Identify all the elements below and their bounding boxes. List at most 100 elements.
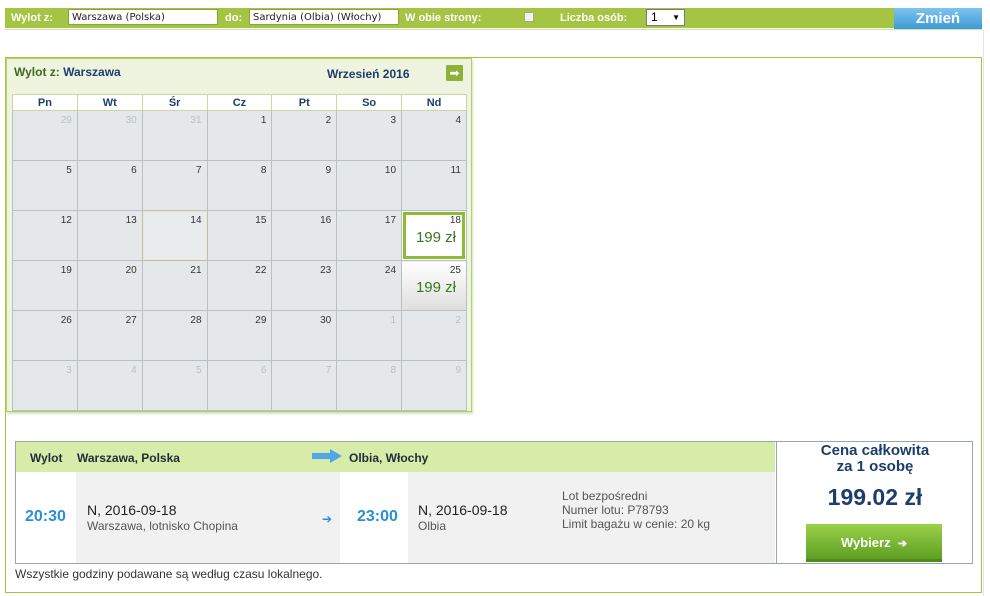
calendar-day[interactable]: 18 199 zł bbox=[401, 210, 467, 261]
day-number: 22 bbox=[255, 265, 267, 276]
calendar-day[interactable]: 5 bbox=[12, 160, 78, 211]
calendar-day[interactable]: 8 bbox=[206, 160, 273, 211]
day-number: 10 bbox=[384, 165, 397, 176]
persons-select[interactable]: 1 ▼ bbox=[646, 9, 685, 26]
calendar-day[interactable]: 20 bbox=[76, 260, 143, 311]
calendar-day[interactable]: 27 bbox=[76, 310, 143, 361]
weekday-header: Pt bbox=[271, 94, 338, 111]
day-price: 199 zł bbox=[415, 279, 456, 296]
calendar-day[interactable]: 2 bbox=[271, 110, 338, 161]
day-number: 26 bbox=[60, 315, 72, 326]
calendar-day[interactable]: 16 bbox=[271, 210, 338, 261]
weekday-header: Cz bbox=[206, 94, 273, 111]
calendar-day[interactable]: 14 bbox=[141, 210, 208, 261]
calendar-day[interactable]: 7 bbox=[141, 160, 208, 211]
arrow-right-icon: ➔ bbox=[897, 538, 908, 550]
calendar-day: 8 bbox=[336, 360, 403, 411]
calendar-day[interactable]: 24 bbox=[336, 260, 403, 311]
calendar-from-city: Warszawa bbox=[63, 65, 121, 79]
arrow-right-icon: ➔ bbox=[322, 512, 333, 526]
departure-time: 20:30 bbox=[25, 508, 66, 525]
day-number: 28 bbox=[190, 315, 202, 326]
day-number: 18 bbox=[449, 215, 461, 226]
from-label: Wylot z: bbox=[11, 12, 53, 24]
calendar-from: Wylot z: Warszawa bbox=[14, 65, 121, 79]
calendar-day[interactable]: 12 bbox=[12, 210, 78, 261]
day-number: 13 bbox=[125, 215, 137, 226]
calendar-day[interactable]: 23 bbox=[271, 260, 338, 311]
day-number: 8 bbox=[260, 165, 267, 176]
calendar-week: 5 6 7 8 9 10 11 bbox=[12, 160, 467, 211]
day-number: 2 bbox=[455, 315, 461, 326]
calendar-day: 3 bbox=[12, 360, 78, 411]
day-number: 7 bbox=[195, 165, 202, 176]
departure-airport: Warszawa, lotnisko Chopina bbox=[87, 519, 238, 533]
calendar-day[interactable]: 30 bbox=[271, 310, 338, 361]
day-number: 8 bbox=[390, 365, 397, 376]
day-number: 30 bbox=[320, 315, 332, 326]
calendar-day[interactable]: 17 bbox=[336, 210, 403, 261]
day-number: 12 bbox=[60, 215, 72, 226]
arrival-date: N, 2016-09-18 bbox=[418, 502, 508, 518]
calendar-day[interactable]: 10 bbox=[336, 160, 403, 211]
calendar-day[interactable]: 9 bbox=[271, 160, 338, 211]
chevron-down-icon: ▼ bbox=[672, 13, 680, 22]
flight-number: Numer lotu: P78793 bbox=[562, 503, 669, 517]
day-number: 4 bbox=[455, 115, 461, 126]
calendar-day[interactable]: 19 bbox=[12, 260, 78, 311]
weekday-header: Śr bbox=[141, 94, 208, 111]
select-button-label: Wybierz bbox=[840, 535, 891, 550]
day-number: 1 bbox=[260, 115, 267, 126]
calendar-week: 26 27 28 29 30 1 2 bbox=[12, 310, 467, 361]
calendar-day: 7 bbox=[271, 360, 338, 411]
select-flight-button[interactable]: Wybierz ➔ bbox=[806, 524, 942, 562]
day-number: 9 bbox=[455, 365, 461, 376]
day-number: 19 bbox=[60, 265, 72, 276]
from-input[interactable]: Warszawa (Polska) bbox=[68, 9, 218, 25]
calendar-day[interactable]: 6 bbox=[76, 160, 143, 211]
calendar-day[interactable]: 29 bbox=[206, 310, 273, 361]
departure-calendar: Wylot z: Warszawa Wrzesień 2016 ➡ Pn Wt Śr… bbox=[6, 58, 472, 412]
flight-destination: Olbia, Włochy bbox=[349, 451, 429, 465]
day-number: 23 bbox=[320, 265, 332, 276]
day-number: 27 bbox=[125, 315, 137, 326]
calendar-day[interactable]: 26 bbox=[12, 310, 78, 361]
divider bbox=[983, 30, 984, 596]
day-number: 5 bbox=[195, 365, 202, 376]
calendar-day: 29 bbox=[12, 110, 78, 161]
day-number: 14 bbox=[190, 215, 202, 226]
calendar-day[interactable]: 28 bbox=[141, 310, 208, 361]
day-number: 31 bbox=[190, 115, 202, 126]
arrival-time: 23:00 bbox=[357, 508, 398, 525]
change-button[interactable]: Zmień bbox=[894, 8, 982, 29]
flight-card: Wylot Warszawa, Polska Olbia, Włochy 20:… bbox=[15, 441, 973, 564]
calendar-day[interactable]: 15 bbox=[206, 210, 273, 261]
calendar-day[interactable]: 3 bbox=[336, 110, 403, 161]
calendar-day[interactable]: 25 199 zł bbox=[401, 260, 467, 311]
day-number: 6 bbox=[260, 365, 267, 376]
calendar-day: 6 bbox=[206, 360, 273, 411]
weekday-header: Pn bbox=[12, 94, 78, 111]
day-number: 6 bbox=[131, 165, 137, 176]
calendar-day[interactable]: 1 bbox=[206, 110, 273, 161]
calendar-week: 29 30 31 1 2 3 4 bbox=[12, 110, 467, 161]
day-number: 11 bbox=[450, 165, 461, 176]
to-input[interactable]: Sardynia (Olbia) (Włochy) bbox=[249, 9, 399, 25]
weekday-header: Wt bbox=[76, 94, 143, 111]
departure-date: N, 2016-09-18 bbox=[87, 502, 177, 518]
calendar-day[interactable]: 13 bbox=[76, 210, 143, 261]
calendar-day[interactable]: 22 bbox=[206, 260, 273, 311]
calendar-day[interactable]: 21 bbox=[141, 260, 208, 311]
return-checkbox[interactable] bbox=[524, 12, 534, 22]
day-number: 29 bbox=[60, 115, 72, 126]
day-number: 29 bbox=[255, 315, 267, 326]
day-number: 16 bbox=[320, 215, 332, 226]
price-label-line2: za 1 osobę bbox=[836, 458, 914, 475]
calendar-day[interactable]: 4 bbox=[401, 110, 467, 161]
calendar-day[interactable]: 11 bbox=[401, 160, 467, 211]
total-price: 199.02 zł bbox=[827, 484, 923, 510]
calendar-from-prefix: Wylot z: bbox=[14, 65, 60, 79]
day-number: 3 bbox=[390, 115, 397, 126]
next-month-button[interactable]: ➡ bbox=[446, 65, 463, 81]
calendar-day: 31 bbox=[141, 110, 208, 161]
